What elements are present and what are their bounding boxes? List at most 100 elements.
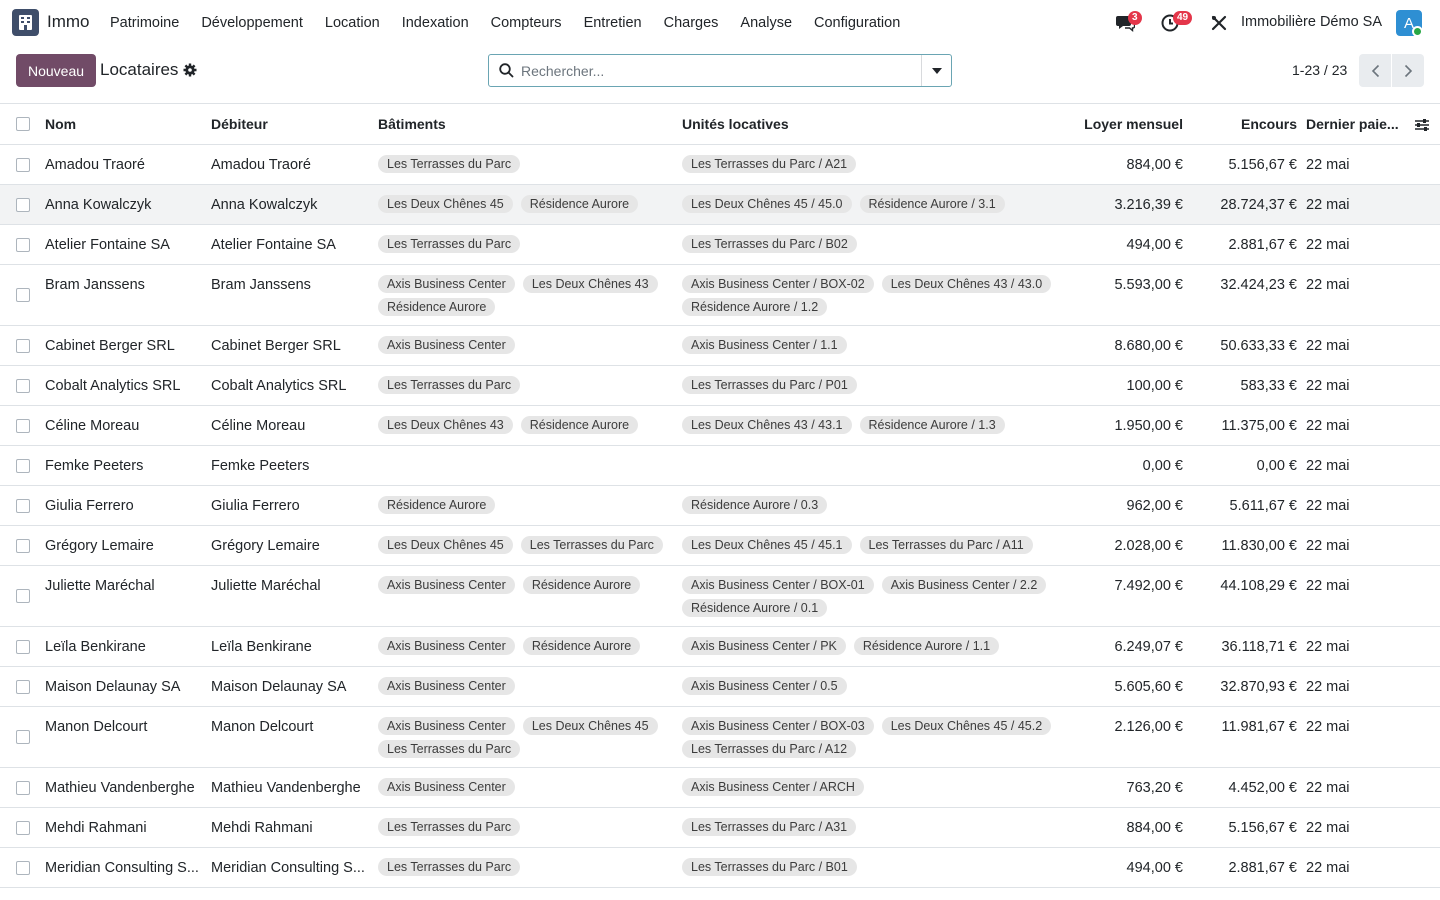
table-row[interactable]: Femke Peeters Femke Peeters 0,00 € 0,00 € 22… [0, 446, 1440, 486]
table-row[interactable]: Anna Kowalczyk Anna Kowalczyk 3.216,39 € 28… [0, 185, 1440, 225]
building-tag: Les Deux Chênes 43 [378, 416, 513, 434]
row-checkbox[interactable] [16, 781, 30, 795]
table-row[interactable]: Giulia Ferrero Giulia Ferrero 962,00 € 5.61… [0, 486, 1440, 526]
row-checkbox[interactable] [16, 379, 30, 393]
menu-entretien[interactable]: Entretien [573, 15, 653, 31]
table-row[interactable]: Manon Delcourt Manon Delcourt 2.126,00 € 11… [0, 707, 1440, 768]
monthly-rent: 494,00 € [1126, 860, 1183, 876]
pager-value[interactable]: 1-23 / 23 [1292, 62, 1347, 78]
monthly-rent: 763,20 € [1126, 780, 1183, 796]
table-row[interactable]: Leïla Benkirane Leïla Benkirane 6.249,07 €… [0, 627, 1440, 667]
menu-configuration[interactable]: Configuration [803, 15, 911, 31]
table-row[interactable]: Atelier Fontaine SA Atelier Fontaine SA 49… [0, 225, 1440, 265]
row-checkbox[interactable] [16, 730, 30, 744]
debtor-name: Femke Peeters [211, 458, 310, 474]
building-tag: Les Terrasses du Parc [378, 155, 521, 173]
column-header-debtor[interactable]: Débiteur [211, 116, 268, 132]
app-name[interactable]: Immo [47, 12, 90, 32]
table-row[interactable]: Maison Delaunay SA Maison Delaunay SA 5.60… [0, 667, 1440, 707]
column-header-units[interactable]: Unités locatives [682, 116, 789, 132]
menu-indexation[interactable]: Indexation [391, 15, 480, 31]
row-checkbox[interactable] [16, 158, 30, 172]
activities-badge: 49 [1173, 11, 1193, 25]
gear-icon[interactable] [183, 63, 197, 80]
row-checkbox[interactable] [16, 821, 30, 835]
menu-location[interactable]: Location [314, 15, 391, 31]
balance: 28.724,37 € [1220, 197, 1297, 213]
menu-developpement[interactable]: Développement [190, 15, 314, 31]
row-checkbox[interactable] [16, 861, 30, 875]
column-header-balance[interactable]: Encours [1241, 116, 1297, 132]
column-header-rent[interactable]: Loyer mensuel [1084, 116, 1183, 132]
building-tag: Axis Business Center [378, 275, 515, 293]
tools-icon[interactable] [1210, 14, 1228, 32]
building-icon[interactable] [12, 9, 39, 36]
menu-charges[interactable]: Charges [653, 15, 730, 31]
search-bar [488, 54, 952, 87]
table-row[interactable]: Meridian Consulting S... Meridian Consult… [0, 848, 1440, 888]
unit-tag: Les Deux Chênes 43 / 43.0 [881, 275, 1052, 293]
unit-tags: Axis Business Center / BOX-03 Les Deux Ch… [682, 717, 1072, 758]
new-button[interactable]: Nouveau [16, 54, 96, 87]
tenant-name: Maison Delaunay SA [45, 679, 181, 695]
row-checkbox[interactable] [16, 459, 30, 473]
table-row[interactable]: Juliette Maréchal Juliette Maréchal 7.492,… [0, 566, 1440, 627]
unit-tag: Résidence Aurore / 3.1 [859, 195, 1005, 213]
table-row[interactable]: Mathieu Vandenberghe Mathieu Vandenberghe… [0, 768, 1440, 808]
company-switcher[interactable]: Immobilière Démo SA [1241, 14, 1382, 30]
row-checkbox[interactable] [16, 339, 30, 353]
tenant-name: Cobalt Analytics SRL [45, 378, 181, 394]
optional-columns-icon[interactable] [1414, 118, 1430, 135]
online-status-icon [1412, 26, 1423, 37]
row-checkbox[interactable] [16, 419, 30, 433]
table-row[interactable]: Mehdi Rahmani Mehdi Rahmani 884,00 € 5.156,… [0, 808, 1440, 848]
menu-patrimoine[interactable]: Patrimoine [99, 15, 190, 31]
row-checkbox[interactable] [16, 499, 30, 513]
building-tags: Les Terrasses du Parc [378, 818, 668, 836]
monthly-rent: 0,00 € [1142, 458, 1183, 474]
row-checkbox[interactable] [16, 539, 30, 553]
table-row[interactable]: Bram Janssens Bram Janssens 5.593,00 € 32.4… [0, 265, 1440, 326]
unit-tags: Axis Business Center / 0.5 [682, 677, 1072, 695]
row-checkbox[interactable] [16, 680, 30, 694]
unit-tag: Les Terrasses du Parc / A31 [682, 818, 857, 836]
debtor-name: Giulia Ferrero [211, 498, 300, 514]
column-header-name[interactable]: Nom [45, 116, 76, 132]
debtor-name: Leïla Benkirane [211, 639, 312, 655]
table-row[interactable]: Cabinet Berger SRL Cabinet Berger SRL 8.68… [0, 326, 1440, 366]
debtor-name: Maison Delaunay SA [211, 679, 347, 695]
table-row[interactable]: Grégory Lemaire Grégory Lemaire 2.028,00 €… [0, 526, 1440, 566]
building-tag: Les Terrasses du Parc [378, 858, 521, 876]
building-tags: Axis Business Center [378, 336, 668, 354]
building-tags: Les Terrasses du Parc [378, 376, 668, 394]
table-row[interactable]: Céline Moreau Céline Moreau 1.950,00 € 11.3… [0, 406, 1440, 446]
last-payment: 22 mai [1306, 498, 1350, 514]
table-row[interactable]: Cobalt Analytics SRL Cobalt Analytics SRL… [0, 366, 1440, 406]
tenant-name: Cabinet Berger SRL [45, 338, 175, 354]
row-checkbox[interactable] [16, 238, 30, 252]
unit-tag: Axis Business Center / 2.2 [881, 576, 1047, 594]
column-header-last-payment[interactable]: Dernier paie... [1306, 116, 1399, 132]
pager-previous-button[interactable] [1359, 54, 1391, 87]
row-checkbox[interactable] [16, 198, 30, 212]
unit-tags: Axis Business Center / BOX-01 Axis Busine… [682, 576, 1072, 617]
monthly-rent: 5.605,60 € [1114, 679, 1183, 695]
tenant-name: Anna Kowalczyk [45, 197, 152, 213]
table-row[interactable]: Amadou Traoré Amadou Traoré 884,00 € 5.156,… [0, 145, 1440, 185]
column-header-buildings[interactable]: Bâtiments [378, 116, 446, 132]
row-checkbox[interactable] [16, 589, 30, 603]
unit-tags: Les Terrasses du Parc / A21 [682, 155, 1072, 173]
debtor-name: Anna Kowalczyk [211, 197, 318, 213]
search-input[interactable] [521, 61, 901, 81]
tenant-name: Mehdi Rahmani [45, 820, 147, 836]
select-all-checkbox[interactable] [16, 117, 30, 131]
search-options-toggle[interactable] [921, 55, 951, 86]
last-payment: 22 mai [1306, 860, 1350, 876]
menu-compteurs[interactable]: Compteurs [480, 15, 573, 31]
menu-analyse[interactable]: Analyse [729, 15, 803, 31]
unit-tag: Les Deux Chênes 43 / 43.1 [682, 416, 852, 434]
unit-tag: Résidence Aurore / 1.3 [859, 416, 1005, 434]
row-checkbox[interactable] [16, 640, 30, 654]
row-checkbox[interactable] [16, 288, 30, 302]
pager-next-button[interactable] [1392, 54, 1424, 87]
